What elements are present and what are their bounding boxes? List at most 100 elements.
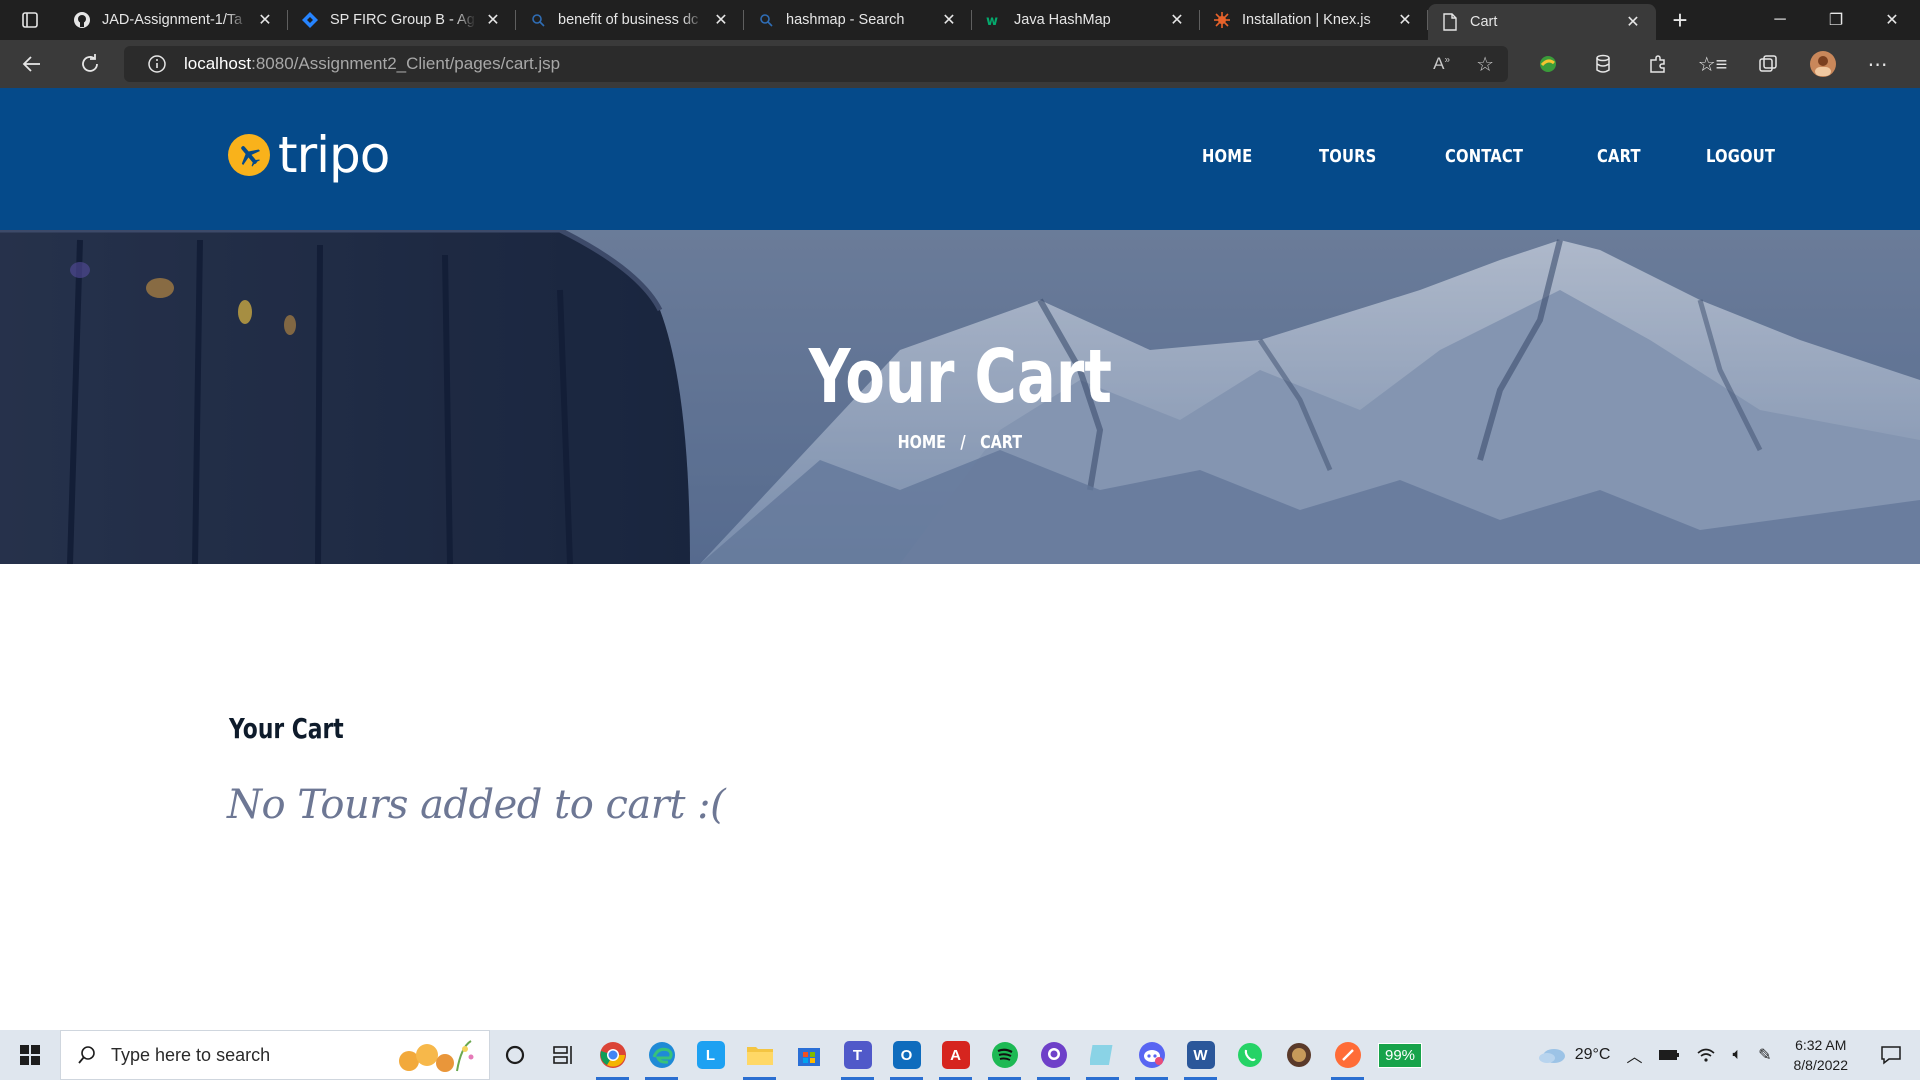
browser-tab[interactable]: benefit of business dc ✕ (516, 0, 744, 40)
acrobat-icon: A (941, 1041, 970, 1069)
game-app[interactable] (1274, 1030, 1323, 1080)
nav-logout[interactable]: LOGOUT (1706, 146, 1775, 167)
system-tray: 29°C ︿ 🔈︎ ✎ 6:32 AM 8/8/2022 (1529, 1030, 1920, 1080)
empty-cart-message: No Tours added to cart :( (227, 782, 726, 828)
github-desktop-app[interactable] (1029, 1030, 1078, 1080)
site-logo[interactable]: tripo (228, 126, 390, 184)
svg-text:w: w (986, 14, 998, 29)
teams-app[interactable]: T (833, 1030, 882, 1080)
battery-percentage-badge[interactable]: 99% (1378, 1042, 1423, 1068)
back-button[interactable] (0, 40, 64, 88)
outlook-app[interactable]: O (882, 1030, 931, 1080)
close-tab-icon[interactable]: ✕ (1394, 9, 1416, 31)
browser-tab[interactable]: hashmap - Search ✕ (744, 0, 972, 40)
close-tab-icon[interactable]: ✕ (254, 9, 276, 31)
spotify-icon (991, 1042, 1018, 1068)
tab-title: benefit of business dc (558, 12, 699, 28)
w3schools-icon: w (984, 10, 1004, 30)
jira-icon (300, 10, 320, 30)
add-favorite-icon[interactable]: ☆ (1476, 52, 1494, 77)
url-path: :8080/Assignment2_Client/pages/cart.jsp (251, 54, 561, 73)
cortana-button[interactable] (490, 1030, 539, 1080)
read-aloud-icon[interactable]: A» (1433, 54, 1450, 74)
extension-icon[interactable] (1520, 40, 1575, 88)
weather-widget[interactable]: 29°C (1529, 1030, 1619, 1080)
knex-icon (1212, 10, 1232, 30)
word-app[interactable]: W (1176, 1030, 1225, 1080)
search-highlight-illustration (399, 1040, 474, 1072)
breadcrumb-current: CART (980, 432, 1023, 453)
new-tab-button[interactable]: + (1656, 0, 1704, 40)
profile-avatar[interactable] (1795, 40, 1850, 88)
github-desktop-icon (1040, 1042, 1067, 1068)
minimize-icon[interactable]: ─ (1752, 0, 1808, 40)
browser-tab[interactable]: SP FIRC Group B - Ag ✕ (288, 0, 516, 40)
taskbar-search[interactable]: Type here to search (60, 1030, 490, 1080)
restore-icon[interactable]: ❐ (1808, 0, 1864, 40)
close-tab-icon[interactable]: ✕ (710, 9, 732, 31)
hero-title: Your Cart (0, 340, 1920, 414)
logo-text: tripo (278, 126, 390, 184)
airplane-icon (228, 134, 270, 176)
clock[interactable]: 6:32 AM 8/8/2022 (1780, 1035, 1863, 1075)
breadcrumb-home[interactable]: HOME (898, 432, 946, 453)
close-tab-icon[interactable]: ✕ (1166, 9, 1188, 31)
taskbar-search-placeholder: Type here to search (111, 1044, 271, 1065)
nav-tours[interactable]: TOURS (1319, 146, 1376, 167)
site-info-icon[interactable] (146, 53, 168, 75)
clock-time: 6:32 AM (1795, 1037, 1847, 1053)
edge-icon (648, 1042, 675, 1068)
wifi-icon[interactable] (1688, 1030, 1724, 1080)
notepad-app[interactable] (1078, 1030, 1127, 1080)
browser-tab[interactable]: JAD-Assignment-1/Ta ✕ (60, 0, 288, 40)
show-hidden-icons-chevron-icon[interactable]: ︿ (1618, 1030, 1650, 1080)
browser-tab[interactable]: Installation | Knex.js ✕ (1200, 0, 1428, 40)
lens-icon: L (696, 1041, 725, 1069)
whatsapp-app[interactable] (1225, 1030, 1274, 1080)
lens-app[interactable]: L (686, 1030, 735, 1080)
nav-cart[interactable]: CART (1597, 146, 1641, 167)
close-window-icon[interactable]: ✕ (1864, 0, 1920, 40)
page-icon (1440, 12, 1460, 32)
refresh-button[interactable] (64, 40, 116, 88)
discord-app[interactable] (1127, 1030, 1176, 1080)
postman-app[interactable] (1323, 1030, 1372, 1080)
browser-tab[interactable]: w Java HashMap ✕ (972, 0, 1200, 40)
more-options-icon[interactable]: ⋯ (1850, 40, 1905, 88)
cart-heading-wrap: Your Cart (229, 712, 376, 745)
collections-db-icon[interactable] (1575, 40, 1630, 88)
file-explorer-app[interactable] (735, 1030, 784, 1080)
extensions-puzzle-icon[interactable] (1630, 40, 1685, 88)
cortana-icon (505, 1045, 524, 1065)
window-controls: ─ ❐ ✕ (1752, 0, 1920, 40)
folder-icon (746, 1047, 773, 1065)
tab-actions-button[interactable] (0, 0, 60, 40)
volume-icon[interactable]: 🔈︎ (1724, 1030, 1750, 1080)
game-icon (1286, 1043, 1311, 1067)
acrobat-app[interactable]: A (931, 1030, 980, 1080)
clock-date: 8/8/2022 (1793, 1057, 1849, 1073)
collections-icon[interactable] (1740, 40, 1795, 88)
nav-contact[interactable]: CONTACT (1445, 146, 1523, 167)
store-app[interactable] (784, 1030, 833, 1080)
cart-heading: Your Cart (229, 712, 344, 745)
close-tab-icon[interactable]: ✕ (1622, 11, 1644, 33)
start-button[interactable] (0, 1030, 60, 1080)
battery-icon[interactable] (1650, 1030, 1688, 1080)
store-icon (797, 1048, 820, 1066)
task-view-button[interactable] (539, 1030, 588, 1080)
browser-tab-active[interactable]: Cart ✕ (1428, 4, 1656, 40)
close-tab-icon[interactable]: ✕ (482, 9, 504, 31)
pen-icon[interactable]: ✎ (1750, 1030, 1779, 1080)
browser-tab-strip: JAD-Assignment-1/Ta ✕ SP FIRC Group B - … (0, 0, 1920, 40)
favorites-icon[interactable]: ☆≡ (1685, 40, 1740, 88)
spotify-app[interactable] (980, 1030, 1029, 1080)
nav-home[interactable]: HOME (1202, 146, 1252, 167)
word-icon: W (1186, 1041, 1215, 1069)
address-bar[interactable]: localhost:8080/Assignment2_Client/pages/… (124, 46, 1508, 82)
chrome-app[interactable] (588, 1030, 637, 1080)
notifications-icon[interactable] (1862, 1030, 1920, 1080)
close-tab-icon[interactable]: ✕ (938, 9, 960, 31)
search-icon (756, 10, 776, 30)
edge-app[interactable] (637, 1030, 686, 1080)
